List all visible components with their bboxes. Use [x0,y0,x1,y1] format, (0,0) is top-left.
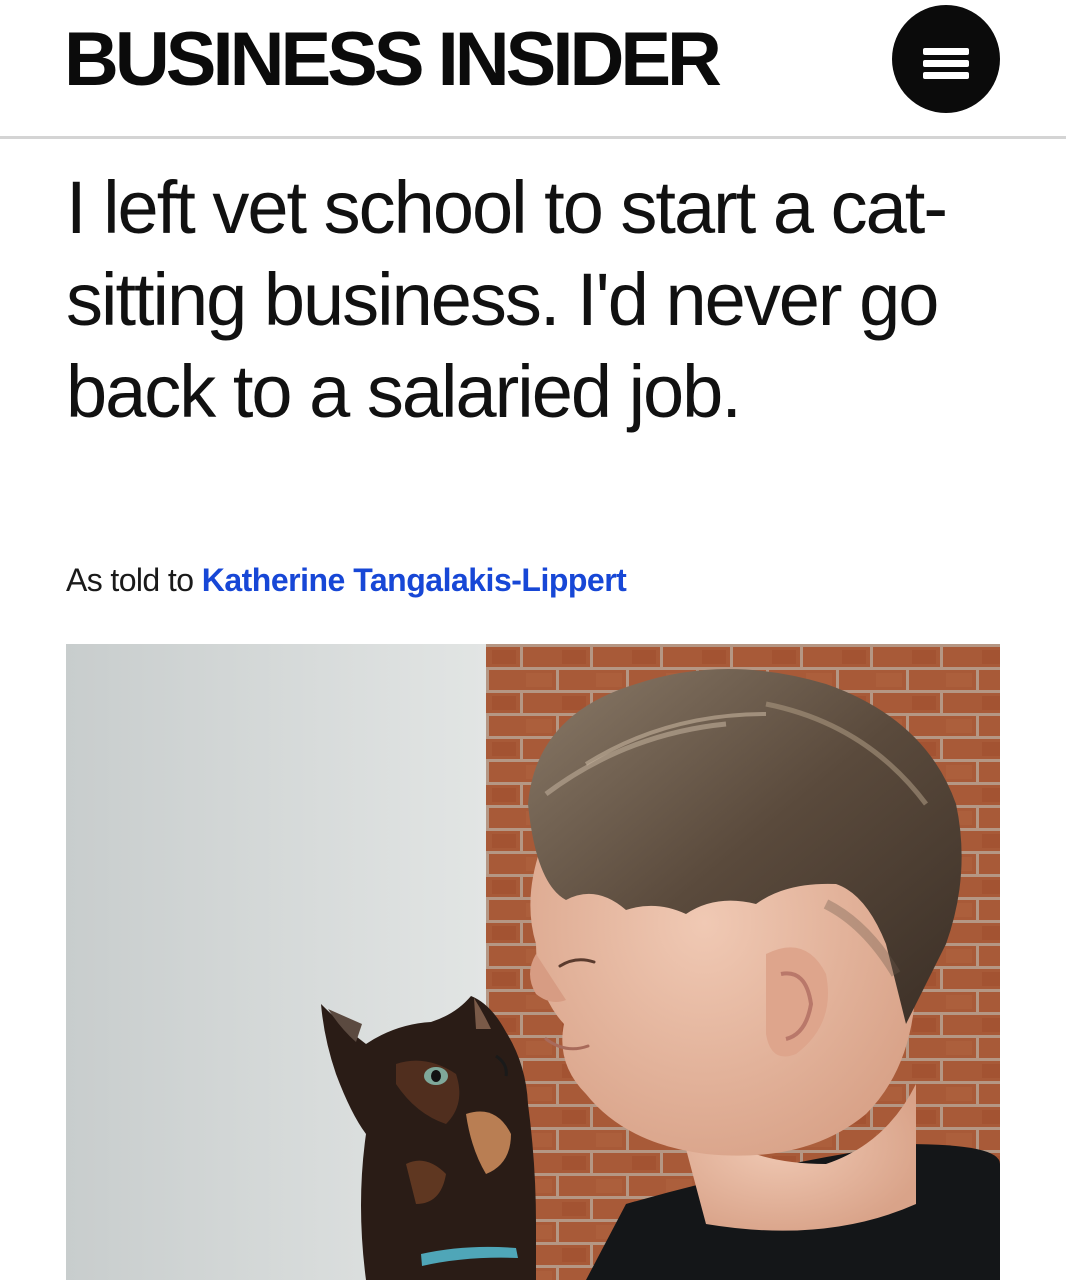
menu-button[interactable] [892,5,1000,113]
article-hero-image [66,644,1000,1280]
site-header: BUSINESS INSIDER [0,0,1066,136]
site-logo[interactable]: BUSINESS INSIDER [64,14,722,106]
author-link[interactable]: Katherine Tangalakis-Lippert [202,562,627,598]
header-divider [0,136,1066,139]
byline-prefix: As told to [66,562,194,598]
article-byline: As told to Katherine Tangalakis-Lippert [66,560,627,600]
article-headline: I left vet school to start a cat-sitting… [66,166,948,433]
